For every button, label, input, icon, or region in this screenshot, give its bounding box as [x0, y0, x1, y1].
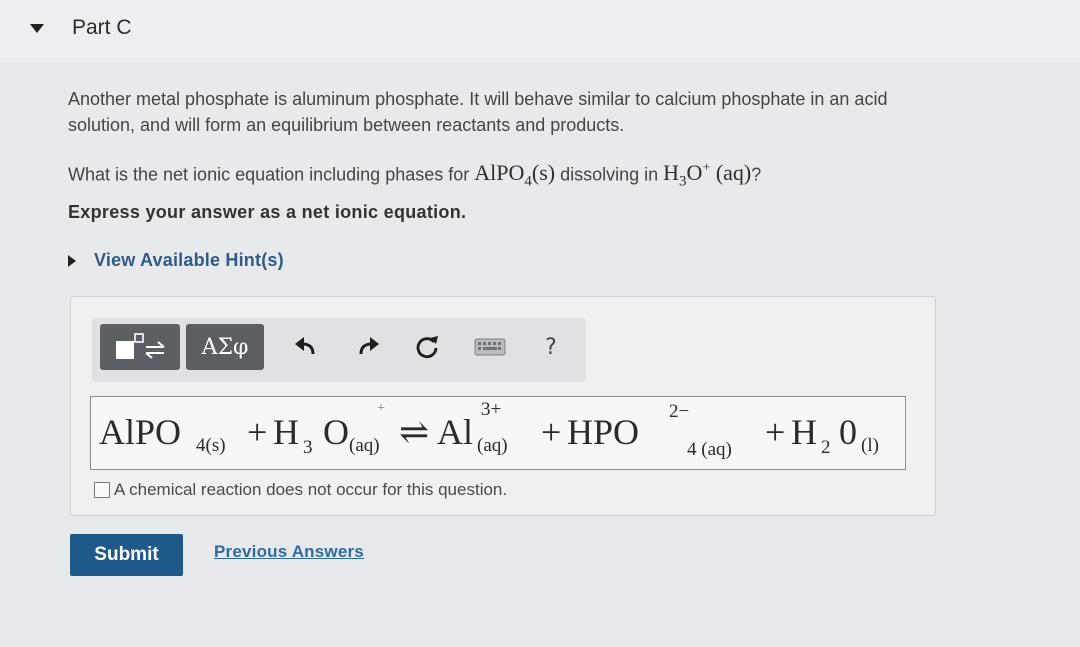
eq-hpo-sup: 2− [669, 401, 690, 422]
prompt-text-before: What is the net ionic equation including… [68, 164, 475, 185]
compound2-o: O [686, 160, 703, 186]
compound2-phase: (aq) [715, 160, 752, 186]
eq-al: Al [437, 412, 473, 452]
compound1-main: AlPO [474, 160, 525, 186]
submit-button[interactable]: Submit [70, 534, 183, 576]
eq-plus-1: + [247, 412, 268, 452]
compound2-main: H [663, 160, 680, 186]
view-hints-label: View Available Hint(s) [94, 250, 284, 270]
eq-o-sup: + [377, 401, 385, 416]
reset-icon[interactable] [412, 332, 442, 362]
compound-h3o: H3O+ (aq) [663, 160, 752, 189]
eq-h2: H [791, 412, 817, 452]
no-reaction-option[interactable]: A chemical reaction does not occur for t… [94, 480, 507, 500]
help-button[interactable]: ? [536, 332, 566, 362]
eq-arrow: ⇌ [399, 412, 430, 452]
undo-icon[interactable] [290, 332, 320, 362]
compound-alpo4: AlPO4(s) [474, 160, 556, 189]
eq-liquid: (l) [861, 435, 879, 456]
greek-symbols-button[interactable]: ΑΣφ [186, 324, 264, 370]
no-reaction-label: A chemical reaction does not occur for t… [114, 480, 508, 499]
compound1-phase: (s) [531, 160, 556, 186]
eq-hpo-sub: 4 (aq) [687, 439, 732, 460]
equation-input[interactable]: AlPO 4(s) + H 3 O + (aq) ⇌ Al 3+ (aq) + … [90, 396, 906, 470]
collapse-caret-icon[interactable] [30, 24, 44, 33]
compound2-sup: + [702, 161, 711, 176]
keyboard-icon[interactable] [472, 332, 508, 362]
template-icon [116, 333, 165, 359]
eq-h: H [273, 412, 299, 452]
no-reaction-checkbox[interactable] [94, 482, 110, 498]
eq-aq-1: (aq) [349, 435, 380, 456]
part-header [0, 0, 1080, 62]
eq-aq-2: (aq) [477, 435, 508, 456]
eq-plus-2: + [541, 412, 562, 452]
compound1-sub: 4 [524, 173, 532, 190]
eq-zero: 0 [839, 412, 857, 452]
compound2-sub: 3 [679, 173, 687, 190]
eq-h-sub: 3 [303, 437, 313, 458]
previous-answers-link[interactable]: Previous Answers [214, 542, 364, 562]
eq-alpo-sub: 4(s) [196, 435, 226, 456]
redo-icon[interactable] [354, 332, 384, 362]
question-intro-line2: solution, and will form an equilibrium b… [68, 115, 625, 135]
question-intro-line1: Another metal phosphate is aluminum phos… [68, 89, 888, 109]
eq-o: O [323, 412, 349, 452]
part-title: Part C [72, 16, 132, 39]
eq-alpo: AlPO [99, 412, 182, 452]
answer-instruction: Express your answer as a net ionic equat… [68, 202, 467, 222]
expand-caret-icon [68, 254, 76, 267]
eq-hpo: HPO [567, 412, 640, 452]
prompt-text-end: ? [751, 164, 762, 185]
templates-button[interactable] [100, 324, 180, 370]
eq-plus-3: + [765, 412, 786, 452]
eq-h2-sub: 2 [821, 437, 831, 458]
prompt-text-middle: dissolving in [555, 164, 664, 185]
eq-al-sup: 3+ [481, 399, 502, 420]
view-hints-toggle[interactable]: View Available Hint(s) [68, 250, 284, 271]
question-prompt: What is the net ionic equation including… [68, 156, 761, 195]
equation-toolbar: ΑΣφ ? [92, 318, 586, 382]
